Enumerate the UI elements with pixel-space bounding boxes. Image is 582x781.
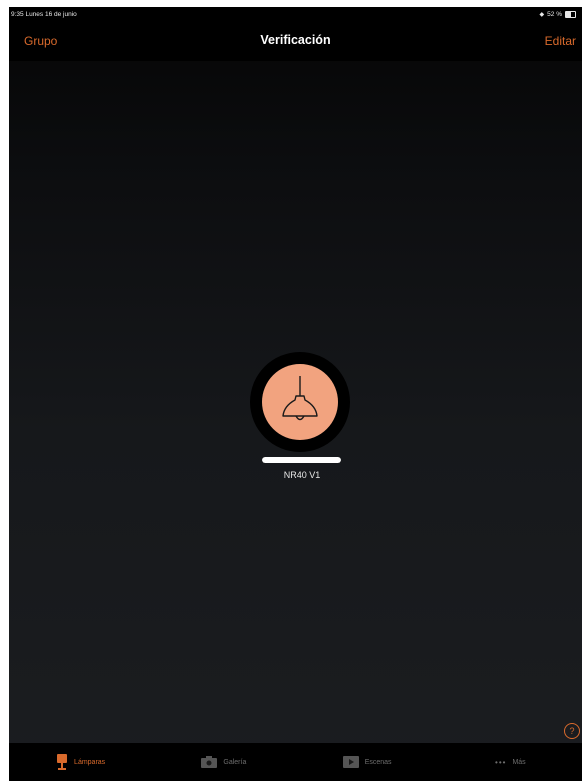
- edit-button[interactable]: Editar: [545, 34, 576, 48]
- scene-play-icon: [342, 756, 359, 768]
- more-dots-icon: •••: [495, 757, 507, 767]
- tab-label-galeria: Galería: [223, 758, 247, 766]
- battery-icon: [565, 10, 576, 18]
- tab-escenas[interactable]: Escenas: [296, 743, 439, 781]
- pendant-lamp-icon: [282, 376, 318, 421]
- battery-percent: 52 %: [547, 10, 562, 18]
- lamp-circle: [262, 364, 338, 440]
- lamp-ring: [250, 352, 350, 452]
- status-right: ◆ 52 %: [539, 10, 576, 18]
- tab-label-escenas: Escenas: [364, 758, 392, 766]
- status-time-date: 9:35 Lunes 16 de junio: [11, 10, 77, 18]
- brightness-fill: [262, 457, 341, 463]
- tab-label-mas: Más: [512, 758, 526, 766]
- tab-bar: Lámparas Galería Escenas ••• Más: [9, 743, 582, 781]
- tab-label-lamparas: Lámparas: [74, 758, 106, 766]
- brightness-bar[interactable]: [262, 457, 341, 463]
- battery-fill: [566, 11, 571, 17]
- app-screen: 9:35 Lunes 16 de junio ◆ 52 % Grupo Veri…: [9, 7, 582, 781]
- tab-mas[interactable]: ••• Más: [439, 743, 582, 781]
- page-title: Verificación: [260, 33, 331, 47]
- camera-icon: [201, 756, 218, 768]
- wifi-icon: ◆: [539, 11, 545, 18]
- navigation-bar: Grupo Verificación Editar: [9, 21, 582, 61]
- tab-lamparas[interactable]: Lámparas: [9, 743, 152, 781]
- tab-galeria[interactable]: Galería: [152, 743, 295, 781]
- lamp-name: NR40 V1: [283, 470, 321, 480]
- lamp-icon: [56, 754, 68, 770]
- status-bar: 9:35 Lunes 16 de junio ◆ 52 %: [9, 7, 582, 21]
- lamp-tile[interactable]: [250, 352, 350, 452]
- help-icon[interactable]: ?: [564, 723, 580, 739]
